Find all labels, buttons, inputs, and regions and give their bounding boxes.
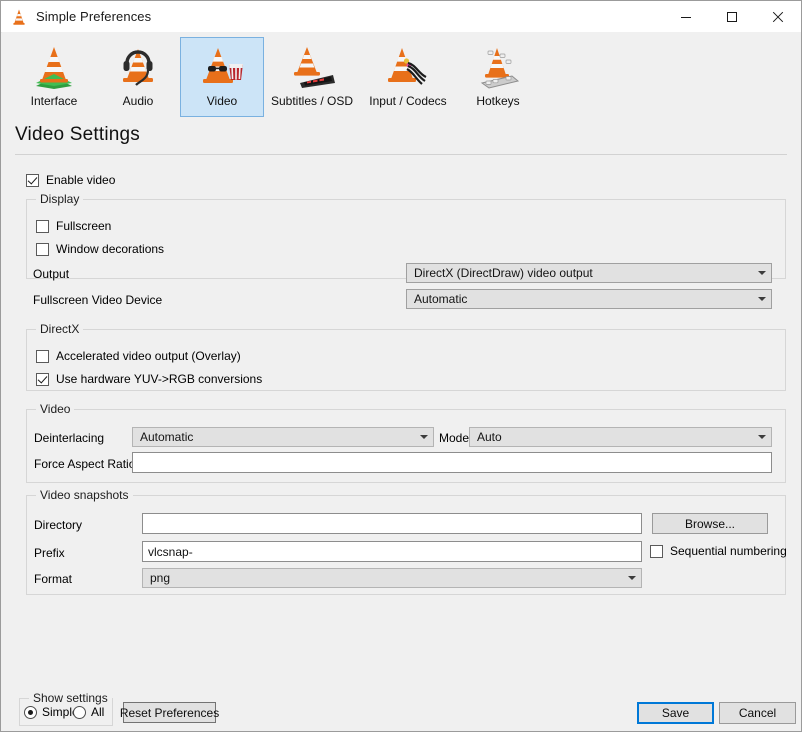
- format-label: Format: [34, 572, 73, 586]
- checkbox-box: [36, 372, 49, 386]
- display-group-title: Display: [36, 192, 84, 206]
- output-select[interactable]: DirectX (DirectDraw) video output: [406, 263, 772, 283]
- fullscreen-video-device-value: Automatic: [414, 292, 468, 306]
- checkbox-label: Accelerated video output (Overlay): [56, 349, 241, 363]
- enable-video-checkbox[interactable]: Enable video: [26, 173, 115, 187]
- output-value: DirectX (DirectDraw) video output: [414, 266, 593, 280]
- page-title-divider: [15, 154, 787, 155]
- checkbox-box: [36, 242, 49, 256]
- page-title: Video Settings: [15, 124, 140, 145]
- video-snapshots-group-title: Video snapshots: [36, 488, 133, 502]
- checkbox-label: Sequential numbering: [670, 544, 787, 558]
- show-settings-group-title: Show settings: [29, 691, 112, 705]
- sequential-numbering-checkbox[interactable]: Sequential numbering: [650, 544, 787, 558]
- settings-content: Enable video Display Fullscreen Window d…: [2, 161, 801, 681]
- close-button[interactable]: [755, 1, 801, 32]
- tab-label: Video: [206, 94, 238, 108]
- bottom-bar: Show settings Simple All Reset Preferenc…: [2, 681, 801, 731]
- tab-input-codecs[interactable]: Input / Codecs: [360, 37, 456, 117]
- save-button-label: Save: [661, 706, 690, 720]
- tab-video[interactable]: Video: [180, 37, 264, 117]
- radio-show-settings-simple[interactable]: Simple: [24, 705, 79, 719]
- simple-preferences-window: Simple Preferences Interface Audio Video…: [0, 0, 802, 732]
- radio-label: All: [91, 705, 105, 719]
- chevron-down-icon: [753, 297, 771, 301]
- mode-label: Mode: [439, 431, 470, 445]
- tab-audio[interactable]: Audio: [96, 37, 180, 117]
- deinterlacing-label: Deinterlacing: [34, 431, 105, 445]
- checkbox-box: [36, 219, 49, 233]
- vlc-cone-input-icon: [382, 43, 434, 91]
- vlc-cone-subtitles-icon: [286, 43, 338, 91]
- browse-button[interactable]: Browse...: [652, 513, 768, 534]
- fullscreen-checkbox[interactable]: Fullscreen: [36, 219, 111, 233]
- vlc-cone-interface-icon: [28, 43, 80, 91]
- chevron-down-icon: [753, 435, 771, 439]
- checkbox-box: [26, 173, 39, 187]
- cancel-button-label: Cancel: [738, 706, 777, 720]
- chevron-down-icon: [623, 576, 641, 580]
- category-toolbar: Interface Audio Video Subtitles / OSD In…: [2, 32, 801, 122]
- checkbox-label: Fullscreen: [56, 219, 112, 233]
- output-label: Output: [33, 267, 70, 281]
- window-controls: [663, 1, 801, 32]
- tab-hotkeys[interactable]: Hotkeys: [456, 37, 540, 117]
- checkbox-box: [650, 544, 663, 558]
- yuv-rgb-conversions-checkbox[interactable]: Use hardware YUV->RGB conversions: [36, 372, 262, 386]
- radio-button: [24, 705, 37, 719]
- snapshot-format-select[interactable]: png: [142, 568, 642, 588]
- snapshot-directory-input[interactable]: [142, 513, 642, 534]
- title-bar: Simple Preferences: [1, 1, 801, 33]
- chevron-down-icon: [415, 435, 433, 439]
- minimize-button[interactable]: [663, 1, 709, 32]
- snapshot-prefix-value: vlcsnap-: [148, 544, 193, 559]
- fullscreen-video-device-select[interactable]: Automatic: [406, 289, 772, 309]
- directx-group-title: DirectX: [36, 322, 84, 336]
- snapshot-prefix-input[interactable]: vlcsnap-: [142, 541, 642, 562]
- fullscreen-video-device-label: Fullscreen Video Device: [33, 293, 163, 307]
- chevron-down-icon: [753, 271, 771, 275]
- cancel-button[interactable]: Cancel: [719, 702, 796, 724]
- reset-preferences-label: Reset Preferences: [119, 705, 220, 720]
- radio-button: [73, 705, 86, 719]
- tab-label: Subtitles / OSD: [270, 94, 354, 108]
- reset-preferences-button[interactable]: Reset Preferences: [119, 702, 220, 723]
- tab-label: Audio: [122, 94, 154, 108]
- snapshot-format-value: png: [150, 571, 171, 585]
- force-aspect-ratio-input[interactable]: [132, 452, 772, 473]
- tab-label: Hotkeys: [476, 94, 520, 108]
- tab-label: Interface: [30, 94, 78, 108]
- mode-value: Auto: [477, 430, 502, 444]
- directory-label: Directory: [34, 518, 83, 532]
- maximize-button[interactable]: [709, 1, 755, 32]
- vlc-cone-hotkeys-icon: [472, 43, 524, 91]
- browse-button-label: Browse...: [684, 516, 735, 531]
- mode-select[interactable]: Auto: [469, 427, 772, 447]
- checkbox-box: [36, 349, 49, 363]
- video-group-title: Video: [36, 402, 75, 416]
- checkbox-label: Use hardware YUV->RGB conversions: [56, 372, 263, 386]
- tab-subtitles-osd[interactable]: Subtitles / OSD: [264, 37, 360, 117]
- window-decorations-checkbox[interactable]: Window decorations: [36, 242, 164, 256]
- vlc-cone-audio-icon: [112, 43, 164, 91]
- checkbox-label: Enable video: [46, 173, 116, 187]
- save-button[interactable]: Save: [637, 702, 714, 724]
- accelerated-video-output-checkbox[interactable]: Accelerated video output (Overlay): [36, 349, 241, 363]
- force-aspect-ratio-label: Force Aspect Ratio: [34, 457, 136, 471]
- window-title: Simple Preferences: [36, 9, 152, 24]
- vlc-cone-icon: [10, 8, 28, 26]
- vlc-cone-video-icon: [196, 43, 248, 91]
- prefix-label: Prefix: [34, 546, 65, 560]
- deinterlacing-value: Automatic: [140, 430, 194, 444]
- tab-label: Input / Codecs: [369, 94, 447, 108]
- checkbox-label: Window decorations: [56, 242, 165, 256]
- tab-interface[interactable]: Interface: [12, 37, 96, 117]
- deinterlacing-select[interactable]: Automatic: [132, 427, 434, 447]
- radio-show-settings-all[interactable]: All: [73, 705, 104, 719]
